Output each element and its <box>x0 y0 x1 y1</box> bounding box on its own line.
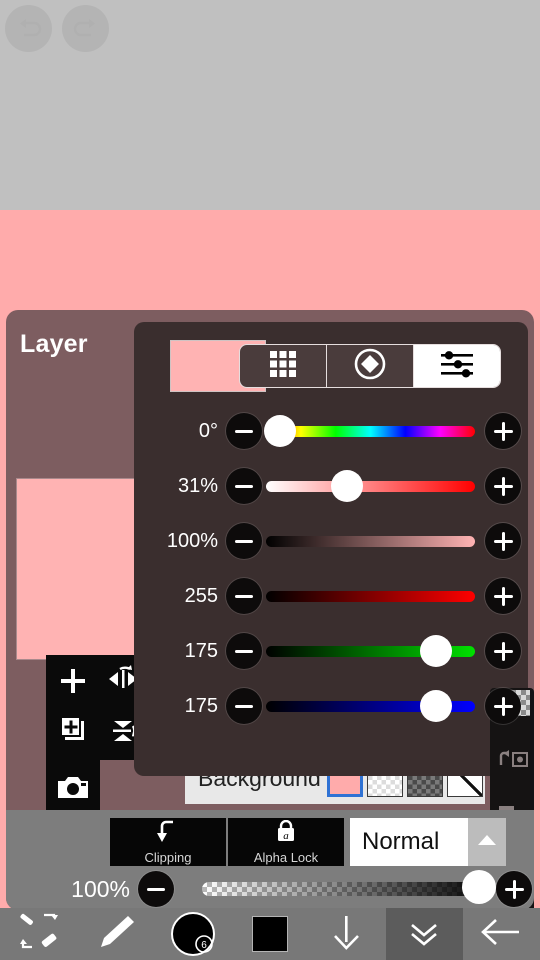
down-arrow-icon <box>329 912 365 957</box>
red-decrement-button[interactable] <box>226 578 262 614</box>
undo-arrow-icon <box>14 18 44 40</box>
caret-up-icon <box>476 832 498 853</box>
clipping-label: Clipping <box>144 849 192 865</box>
opacity-decrement-button[interactable] <box>138 871 174 907</box>
hue-decrement-button[interactable] <box>226 413 262 449</box>
tb-brush-button[interactable] <box>77 908 154 960</box>
opacity-slider[interactable] <box>202 882 494 896</box>
blend-mode-select[interactable]: Normal <box>350 818 506 866</box>
double-chevron-down-icon <box>407 915 441 954</box>
tb-layers-button[interactable] <box>385 908 463 960</box>
camera-icon <box>56 774 90 807</box>
bottom-toolbar: 6 <box>0 908 540 960</box>
tb-brush-size-button[interactable]: 6 <box>154 908 231 960</box>
svg-text:a: a <box>283 830 289 842</box>
hue-increment-button[interactable] <box>485 413 521 449</box>
hue-slider[interactable] <box>264 413 481 449</box>
color-square-icon <box>251 916 288 952</box>
layer-panel: Layer Selection Layer No Selection 1 100… <box>6 310 534 960</box>
slider-row-brightness: 100% <box>134 518 528 564</box>
slider-row-blue: 175 <box>134 683 528 729</box>
brush-size-circle-icon: 6 <box>170 912 215 956</box>
opacity-row: 100% <box>6 868 534 910</box>
green-slider-knob[interactable] <box>420 635 452 667</box>
undo-color-icon[interactable] <box>490 742 534 776</box>
clipping-button[interactable]: Clipping <box>110 818 226 866</box>
brush-eraser-swap-icon <box>16 911 62 958</box>
minus-icon <box>235 594 253 598</box>
minus-icon <box>235 704 253 708</box>
minus-icon <box>235 484 253 488</box>
redo-button[interactable] <box>62 5 109 52</box>
diamond-icon <box>353 347 387 386</box>
slider-row-saturation: 31% <box>134 463 528 509</box>
brightness-slider[interactable] <box>264 523 520 559</box>
tab-palette-grid[interactable] <box>240 345 327 387</box>
sliders-icon <box>439 350 475 383</box>
tab-color-wheel[interactable] <box>327 345 414 387</box>
hue-slider-knob[interactable] <box>264 415 296 447</box>
slider-row-green: 175 <box>134 628 528 674</box>
tab-sliders[interactable] <box>414 345 500 387</box>
left-tool-cluster <box>46 655 147 760</box>
alpha-lock-label: Alpha Lock <box>253 849 319 865</box>
hue-value-label: 0° <box>198 419 218 442</box>
minus-icon <box>235 539 253 543</box>
tb-back-button[interactable] <box>463 908 540 960</box>
svg-text:6: 6 <box>201 940 207 951</box>
alpha-lock-button[interactable]: a Alpha Lock <box>228 818 344 866</box>
page-title: Layer <box>20 330 88 358</box>
opacity-slider-knob[interactable] <box>462 870 496 904</box>
brush-icon <box>94 912 138 957</box>
color-picker-panel: 0° 31% 100% 255 175 175 <box>134 322 528 776</box>
saturation-slider[interactable] <box>264 468 481 504</box>
saturation-slider-knob[interactable] <box>331 470 363 502</box>
redo-arrow-icon <box>71 18 101 40</box>
picker-tabs <box>239 344 501 388</box>
green-value-label: 175 <box>184 639 218 662</box>
red-increment-button[interactable] <box>485 578 521 614</box>
blue-increment-button[interactable] <box>485 688 521 724</box>
blue-value-label: 175 <box>184 694 218 717</box>
red-slider[interactable] <box>264 578 520 614</box>
green-increment-button[interactable] <box>485 633 521 669</box>
opacity-value-label: 100% <box>71 875 130 902</box>
alpha-lock-icon: a <box>273 819 299 849</box>
saturation-value-label: 31% <box>177 474 218 497</box>
slider-row-hue: 0° <box>134 408 528 454</box>
blue-decrement-button[interactable] <box>226 688 262 724</box>
brightness-value-label: 100% <box>166 529 218 552</box>
blue-slider[interactable] <box>264 688 481 724</box>
minus-icon <box>235 649 253 653</box>
slider-row-red: 255 <box>134 573 528 619</box>
blend-mode-value: Normal <box>362 828 440 855</box>
brightness-increment-button[interactable] <box>485 523 521 559</box>
clipping-arrow-icon <box>155 820 181 849</box>
plus-icon <box>59 667 87 700</box>
undo-button[interactable] <box>5 5 52 52</box>
brightness-decrement-button[interactable] <box>226 523 262 559</box>
saturation-decrement-button[interactable] <box>226 468 262 504</box>
blue-slider-knob[interactable] <box>420 690 452 722</box>
canvas-top-bar <box>0 0 540 210</box>
blend-mode-caret-button[interactable] <box>468 818 506 866</box>
add-layer-button[interactable] <box>52 663 94 703</box>
layer-bottom-controls: Clipping a Alpha Lock Normal 100% <box>6 810 534 910</box>
red-value-label: 255 <box>184 584 218 607</box>
duplicate-layer-icon <box>58 714 90 751</box>
green-decrement-button[interactable] <box>226 633 262 669</box>
tb-download-button[interactable] <box>309 908 386 960</box>
camera-button[interactable] <box>51 770 95 810</box>
grid-icon <box>267 348 299 385</box>
green-slider[interactable] <box>264 633 481 669</box>
minus-icon <box>235 429 253 433</box>
minus-icon <box>147 887 165 891</box>
saturation-increment-button[interactable] <box>485 468 521 504</box>
opacity-increment-button[interactable] <box>496 871 532 907</box>
duplicate-layer-button[interactable] <box>52 710 96 754</box>
back-arrow-icon <box>479 915 523 954</box>
tb-color-button[interactable] <box>231 908 308 960</box>
tb-undo-redo-brush-button[interactable] <box>0 908 77 960</box>
